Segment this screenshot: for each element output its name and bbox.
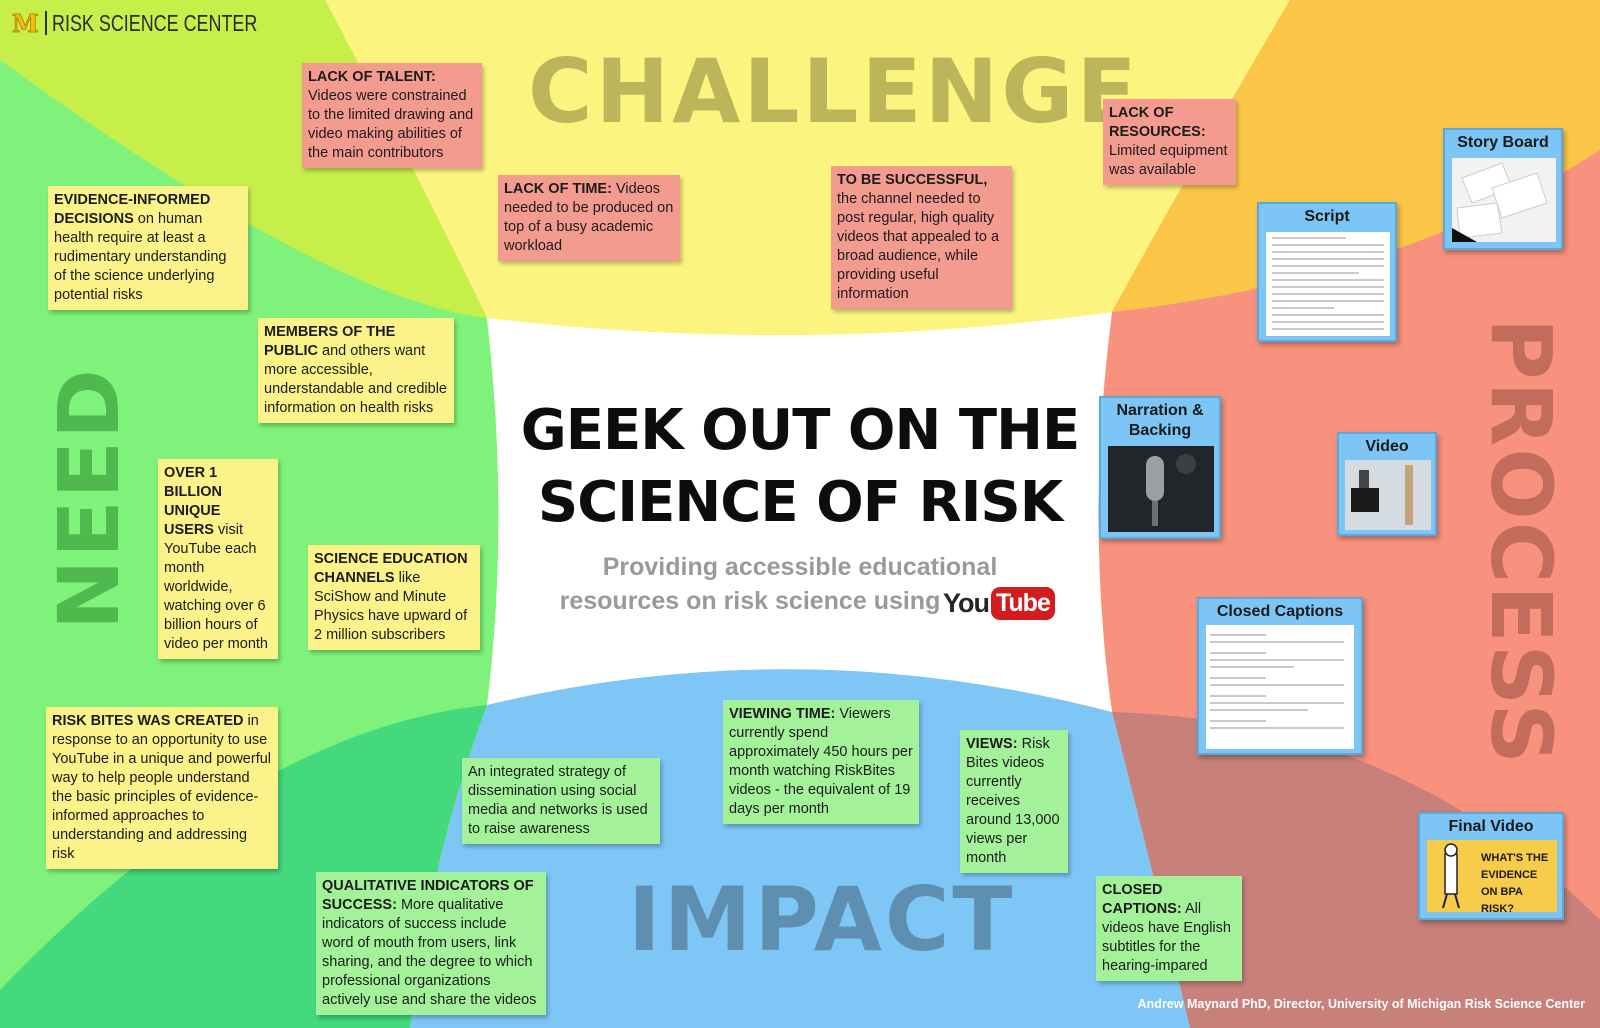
- logo[interactable]: M RISK SCIENCE CENTER: [12, 8, 315, 38]
- logo-text: RISK SCIENCE CENTER: [51, 9, 257, 36]
- process-label: PROCESS: [1472, 318, 1570, 766]
- bpa-character-icon: [1442, 843, 1460, 909]
- note-lack-of-resources: LACK OF RESOURCES: Limited equipment was…: [1103, 99, 1236, 185]
- card-script-title: Script: [1304, 208, 1350, 225]
- subtitle-line-1: Providing accessible educational: [602, 553, 998, 581]
- footer-credit: Andrew Maynard PhD, Director, University…: [1137, 997, 1585, 1011]
- note-science-channels: SCIENCE EDUCATION CHANNELS like SciShow …: [308, 545, 480, 650]
- card-video[interactable]: Video: [1337, 432, 1437, 536]
- note-views: VIEWS: Risk Bites videos currently recei…: [960, 730, 1068, 873]
- title-line-1: GEEK OUT ON THE: [520, 398, 1080, 463]
- university-m-logo: M: [12, 8, 40, 38]
- card-story-board[interactable]: Story Board: [1443, 128, 1563, 250]
- card-final-video[interactable]: Final Video WHAT'S THE EVIDENCE ON BPA R…: [1418, 812, 1564, 920]
- need-label: NEED: [40, 367, 138, 630]
- card-script[interactable]: Script: [1257, 202, 1397, 342]
- challenge-label: CHALLENGE: [528, 40, 1140, 143]
- note-evidence-informed: EVIDENCE-INFORMED DECISIONS on human hea…: [48, 186, 248, 310]
- note-over-1-billion: OVER 1 BILLION UNIQUE USERS visit YouTub…: [158, 459, 278, 659]
- final-video-poster-text: WHAT'S THE EVIDENCE ON BPA RISK?: [1481, 852, 1549, 912]
- note-lack-of-talent: LACK OF TALENT: Videos were constrained …: [302, 63, 482, 168]
- microphone-icon: [1108, 446, 1214, 532]
- note-to-be-successful: TO BE SUCCESSFUL, the channel needed to …: [831, 166, 1012, 309]
- storyboard-thumbnail: [1452, 158, 1556, 242]
- final-video-poster: WHAT'S THE EVIDENCE ON BPA RISK?: [1427, 840, 1557, 912]
- camera-icon: [1345, 460, 1431, 530]
- captions-thumbnail: [1206, 625, 1354, 749]
- note-members-of-public: MEMBERS OF THE PUBLIC and others want mo…: [258, 318, 454, 423]
- card-narration[interactable]: Narration & Backing: [1099, 396, 1221, 539]
- camera-thumbnail: [1345, 460, 1431, 530]
- script-document-thumbnail: [1266, 232, 1390, 336]
- note-viewing-time: VIEWING TIME: Viewers currently spend ap…: [723, 700, 919, 824]
- card-closed-captions-title: Closed Captions: [1216, 603, 1344, 620]
- card-story-board-title: Story Board: [1457, 134, 1549, 151]
- card-narration-title: Narration & Backing: [1116, 402, 1204, 439]
- microphone-thumbnail: [1108, 446, 1214, 532]
- card-final-video-title: Final Video: [1448, 818, 1534, 835]
- storyboard-image: [1452, 158, 1556, 242]
- card-closed-captions[interactable]: Closed Captions: [1197, 597, 1363, 755]
- youtube-logo[interactable]: You Tube: [943, 583, 1055, 623]
- center-title: GEEK OUT ON THE SCIENCE OF RISK: [500, 395, 1100, 539]
- impact-label: IMPACT: [628, 868, 1016, 971]
- note-qualitative-indicators: QUALITATIVE INDICATORS OF SUCCESS: More …: [316, 872, 546, 1015]
- note-closed-captions: CLOSED CAPTIONS: All videos have English…: [1096, 876, 1242, 981]
- note-lack-of-time: LACK OF TIME: Videos needed to be produc…: [498, 175, 680, 261]
- card-video-title: Video: [1365, 438, 1409, 455]
- youtube-tube: Tube: [991, 586, 1055, 620]
- note-integrated-strategy: An integrated strategy of dissemination …: [462, 758, 660, 844]
- note-risk-bites-created: RISK BITES WAS CREATED in response to an…: [46, 707, 278, 869]
- title-line-2: SCIENCE OF RISK: [537, 470, 1063, 535]
- youtube-you: You: [943, 587, 990, 618]
- logo-divider: [44, 11, 47, 35]
